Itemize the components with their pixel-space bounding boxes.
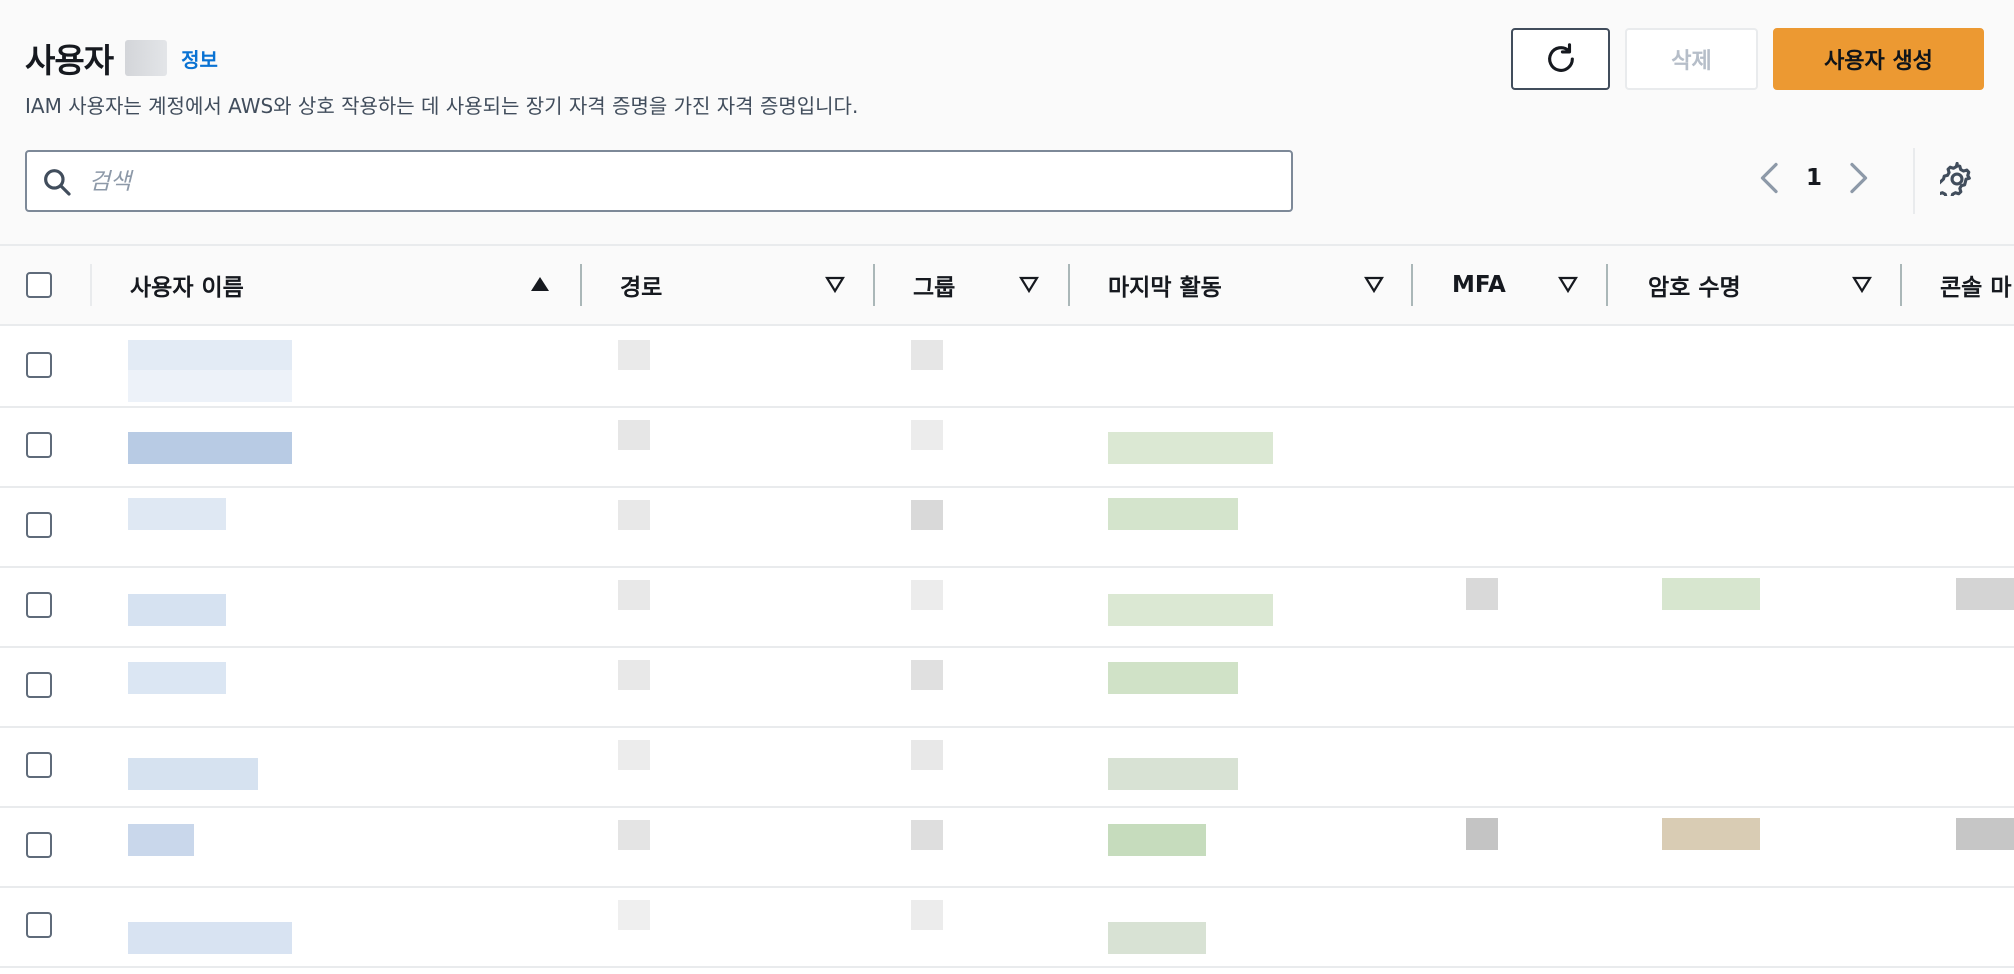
- title-row: 사용자 정보: [25, 34, 218, 82]
- page-title: 사용자: [25, 41, 114, 80]
- column-header-console[interactable]: 콘솔 마: [1940, 246, 2014, 324]
- table-row[interactable]: [0, 486, 2014, 568]
- gear-icon[interactable]: [1940, 162, 1974, 196]
- redacted-username: [128, 498, 226, 530]
- redacted-last-activity: [1108, 824, 1206, 856]
- chevron-left-icon[interactable]: [1755, 160, 1785, 196]
- page-description: IAM 사용자는 계정에서 AWS와 상호 작용하는 데 사용되는 장기 자격 …: [25, 94, 859, 118]
- pagination: 1: [1755, 160, 1873, 196]
- redacted-path: [618, 500, 650, 530]
- column-label: 경로: [620, 275, 663, 301]
- delete-button[interactable]: 삭제: [1625, 28, 1758, 90]
- column-divider[interactable]: [580, 264, 582, 306]
- sort-ascending-icon: [531, 277, 549, 291]
- redacted-last-activity: [1108, 432, 1273, 464]
- sort-icon: [1019, 276, 1039, 294]
- refresh-icon: [1547, 43, 1574, 72]
- chevron-right-icon[interactable]: [1843, 160, 1873, 196]
- redacted-group: [911, 500, 943, 530]
- redacted-last-activity: [1108, 922, 1206, 954]
- column-label: MFA: [1452, 272, 1506, 298]
- row-checkbox[interactable]: [26, 832, 52, 858]
- redacted-group: [911, 820, 943, 850]
- column-divider[interactable]: [1411, 264, 1413, 306]
- redacted-username: [128, 594, 226, 626]
- redacted-console: [1956, 818, 2014, 850]
- table-row[interactable]: [0, 326, 2014, 408]
- table-header: 사용자 이름 경로 그룹 마지막 활동 MFA 암호 수명 콘솔 마: [0, 246, 2014, 326]
- redacted-console: [1956, 578, 2014, 610]
- redacted-password-age: [1662, 578, 1760, 610]
- sort-icon: [1364, 276, 1384, 294]
- divider: [1913, 148, 1915, 214]
- column-label: 그룹: [913, 275, 956, 301]
- column-divider[interactable]: [873, 264, 875, 306]
- redacted-username: [128, 432, 292, 464]
- redacted-group: [911, 660, 943, 690]
- sort-icon: [825, 276, 845, 294]
- redacted-last-activity: [1108, 498, 1238, 530]
- row-checkbox[interactable]: [26, 752, 52, 778]
- redacted-group: [911, 340, 943, 370]
- column-divider[interactable]: [1068, 264, 1070, 306]
- redacted-last-activity: [1108, 662, 1238, 694]
- column-header-mfa[interactable]: MFA: [1452, 246, 1592, 324]
- redacted-group: [911, 740, 943, 770]
- row-checkbox[interactable]: [26, 592, 52, 618]
- table-row[interactable]: [0, 406, 2014, 488]
- search-field[interactable]: [25, 150, 1293, 212]
- redacted-username: [128, 824, 194, 856]
- redacted-path: [618, 420, 650, 450]
- redacted-path: [618, 580, 650, 610]
- column-label: 암호 수명: [1648, 275, 1741, 301]
- column-divider[interactable]: [1900, 264, 1902, 306]
- redacted-username: [128, 340, 292, 374]
- info-link[interactable]: 정보: [181, 44, 218, 73]
- column-header-username[interactable]: 사용자 이름: [130, 246, 550, 324]
- select-all-checkbox[interactable]: [26, 272, 52, 298]
- row-checkbox[interactable]: [26, 912, 52, 938]
- column-label: 콘솔 마: [1940, 275, 2012, 301]
- column-label: 마지막 활동: [1108, 275, 1222, 301]
- redacted-path: [618, 340, 650, 370]
- refresh-button[interactable]: [1511, 28, 1610, 90]
- redacted-path: [618, 900, 650, 930]
- redacted-mfa: [1466, 818, 1498, 850]
- redacted-mfa: [1466, 578, 1498, 610]
- search-input[interactable]: [87, 152, 1271, 212]
- table-row[interactable]: [0, 646, 2014, 728]
- redacted-group: [911, 900, 943, 930]
- redacted-password-age: [1662, 818, 1760, 850]
- column-divider: [90, 264, 92, 306]
- search-icon: [44, 169, 71, 196]
- page-number[interactable]: 1: [1785, 165, 1843, 191]
- redacted-path: [618, 660, 650, 690]
- redacted-path: [618, 740, 650, 770]
- column-header-groups[interactable]: 그룹: [913, 246, 1063, 324]
- column-header-path[interactable]: 경로: [620, 246, 860, 324]
- redacted-group: [911, 420, 943, 450]
- user-count-badge: [125, 40, 168, 76]
- column-divider[interactable]: [1606, 264, 1608, 306]
- sort-icon: [1558, 276, 1578, 294]
- redacted-last-activity: [1108, 594, 1273, 626]
- table-row[interactable]: [0, 726, 2014, 808]
- sort-icon: [1852, 276, 1872, 294]
- redacted-path: [618, 820, 650, 850]
- create-user-button[interactable]: 사용자 생성: [1773, 28, 1984, 90]
- redacted-username: [128, 922, 292, 954]
- redacted-username: [128, 370, 292, 402]
- table-row[interactable]: [0, 886, 2014, 968]
- row-checkbox[interactable]: [26, 352, 52, 378]
- column-header-last-activity[interactable]: 마지막 활동: [1108, 246, 1398, 324]
- row-checkbox[interactable]: [26, 512, 52, 538]
- column-label: 사용자 이름: [130, 275, 244, 301]
- redacted-last-activity: [1108, 758, 1238, 790]
- redacted-group: [911, 580, 943, 610]
- row-checkbox[interactable]: [26, 672, 52, 698]
- redacted-username: [128, 758, 258, 790]
- redacted-username: [128, 662, 226, 694]
- column-header-password-age[interactable]: 암호 수명: [1648, 246, 1872, 324]
- row-checkbox[interactable]: [26, 432, 52, 458]
